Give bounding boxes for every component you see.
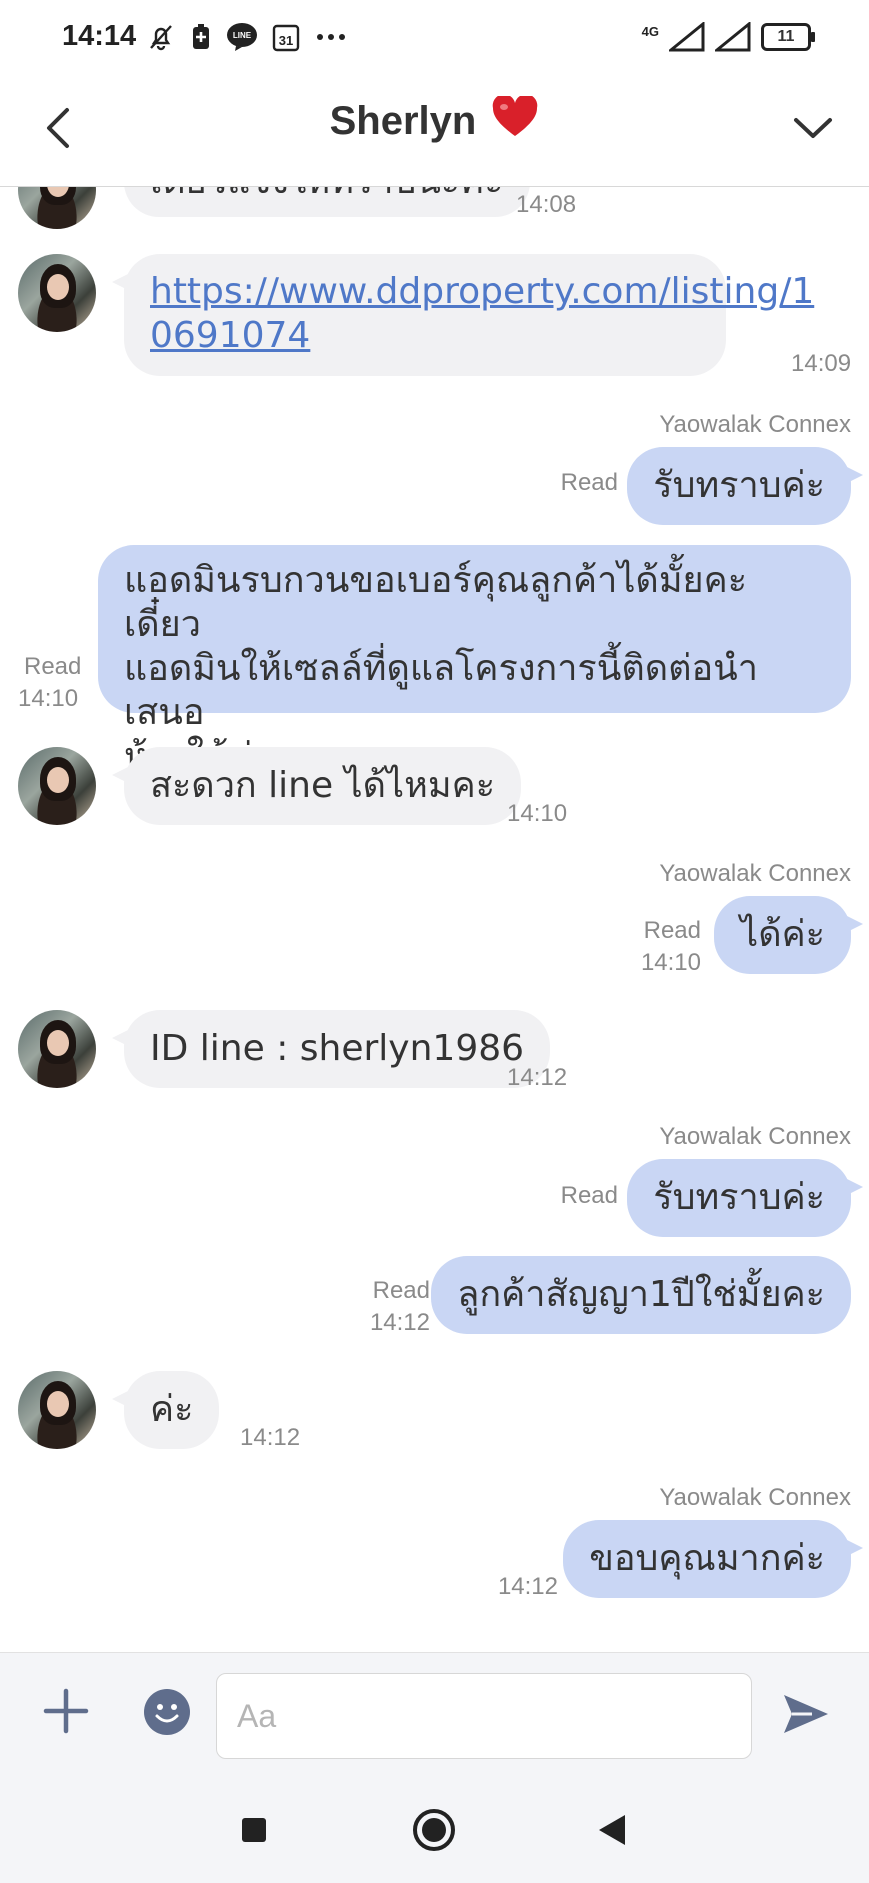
home-button[interactable]	[408, 1804, 460, 1856]
mute-bell-icon	[150, 25, 172, 51]
avatar[interactable]	[18, 747, 96, 825]
recents-button[interactable]	[228, 1804, 280, 1856]
message-time: 14:10	[640, 949, 701, 976]
chevron-down-icon	[794, 118, 832, 138]
chat-header: Sherlyn	[0, 78, 869, 187]
incoming-message[interactable]: เดี๋ยวแจ้งให้ทราบนะคะ	[124, 187, 530, 217]
square-icon	[242, 1818, 266, 1842]
outgoing-message[interactable]: รับทราบค่ะ	[627, 447, 863, 525]
sender-name: Yaowalak Connex	[659, 1123, 851, 1150]
message-text: ลูกค้าสัญญา1ปีใช่มั้ยคะ	[457, 1274, 825, 1315]
message-input[interactable]	[216, 1673, 752, 1759]
message-text: รับทราบค่ะ	[653, 465, 825, 506]
send-icon[interactable]	[780, 1689, 832, 1739]
message-time: 14:12	[497, 1573, 558, 1600]
svg-text:LINE: LINE	[233, 31, 252, 40]
message-time: 14:12	[369, 1309, 430, 1336]
circle-home-icon	[413, 1809, 455, 1851]
more-dots-icon	[317, 34, 345, 40]
message-time: 14:12	[507, 1064, 568, 1091]
message-text: รับทราบค่ะ	[653, 1177, 825, 1218]
svg-text:31: 31	[279, 33, 293, 48]
outgoing-message[interactable]: ขอบคุณมากค่ะ	[563, 1520, 863, 1598]
contact-name: Sherlyn	[329, 99, 477, 143]
outgoing-message[interactable]: แอดมินรบกวนขอเบอร์คุณลูกค้าได้มั้ยคะ เดี…	[98, 545, 851, 777]
sender-name: Yaowalak Connex	[659, 860, 851, 887]
signal-icon-2	[715, 22, 751, 52]
message-text: เดี๋ยวแจ้งให้ทราบนะคะ	[150, 187, 504, 204]
message-time: 14:09	[791, 350, 852, 377]
message-time: 14:10	[18, 685, 79, 712]
message-text: ขอบคุณมากค่ะ	[589, 1538, 825, 1579]
message-time: 14:10	[507, 800, 568, 827]
read-status: Read	[24, 653, 82, 680]
line-app-icon: LINE	[227, 23, 257, 51]
chat-messages[interactable]: เดี๋ยวแจ้งให้ทราบนะคะ 14:08 https://www.…	[0, 187, 869, 1652]
outgoing-message[interactable]: ลูกค้าสัญญา1ปีใช่มั้ยคะ	[431, 1256, 851, 1334]
status-notification-icons: LINE 31	[146, 22, 348, 52]
link-line-1: https://www.ddproperty.com/listing/1	[150, 271, 815, 312]
incoming-message[interactable]: ID line : sherlyn1986	[111, 1010, 551, 1088]
status-system-icons: 4G 11	[641, 22, 815, 52]
listing-link[interactable]: https://www.ddproperty.com/listing/1 069…	[150, 271, 814, 356]
status-time: 14:14	[62, 20, 137, 52]
avatar[interactable]	[18, 254, 96, 332]
sender-name: Yaowalak Connex	[659, 1484, 851, 1511]
read-status: Read	[643, 917, 701, 944]
avatar[interactable]	[18, 187, 96, 229]
calendar-icon: 31	[272, 24, 300, 52]
network-type: 4G	[641, 23, 659, 39]
avatar[interactable]	[18, 1010, 96, 1088]
heart-icon	[493, 94, 538, 136]
message-text: ID line : sherlyn1986	[150, 1028, 525, 1069]
expand-menu-button[interactable]	[783, 98, 843, 158]
message-text: ค่ะ	[150, 1389, 194, 1430]
link-line-2: 0691074	[150, 315, 311, 356]
chat-title: Sherlyn	[0, 94, 869, 144]
message-time: 14:08	[516, 191, 577, 218]
incoming-message[interactable]: ค่ะ	[111, 1371, 220, 1449]
incoming-message[interactable]: https://www.ddproperty.com/listing/1 069…	[112, 254, 814, 376]
message-line: แอดมินให้เซลล์ที่ดูแลโครงการนี้ติดต่อนำเ…	[124, 648, 758, 733]
avatar[interactable]	[18, 1371, 96, 1449]
message-time: 14:12	[240, 1424, 301, 1451]
battery-saver-icon	[193, 24, 209, 49]
status-bar: 14:14 LINE 31 4G 11	[0, 0, 869, 78]
read-status: Read	[560, 1182, 618, 1209]
signal-icon	[669, 22, 705, 52]
message-text: สะดวก line ได้ไหมคะ	[150, 765, 496, 806]
outgoing-message[interactable]: รับทราบค่ะ	[627, 1159, 863, 1237]
battery-icon: 11	[761, 23, 815, 51]
incoming-message[interactable]: สะดวก line ได้ไหมคะ	[111, 747, 522, 825]
message-text: ได้ค่ะ	[740, 914, 825, 955]
system-nav-bar	[0, 1776, 869, 1883]
message-input-bar	[0, 1652, 869, 1777]
sender-name: Yaowalak Connex	[659, 411, 851, 438]
message-line: แอดมินรบกวนขอเบอร์คุณลูกค้าได้มั้ยคะ เดี…	[124, 560, 748, 645]
triangle-back-icon	[599, 1815, 625, 1845]
emoji-button[interactable]	[144, 1689, 190, 1735]
read-status: Read	[560, 469, 618, 496]
battery-level: 11	[777, 28, 795, 45]
smiley-icon	[155, 1704, 179, 1723]
outgoing-message[interactable]: ได้ค่ะ	[714, 896, 863, 974]
plus-icon[interactable]	[40, 1685, 92, 1737]
read-status: Read	[372, 1277, 430, 1304]
back-nav-button[interactable]	[586, 1804, 638, 1856]
